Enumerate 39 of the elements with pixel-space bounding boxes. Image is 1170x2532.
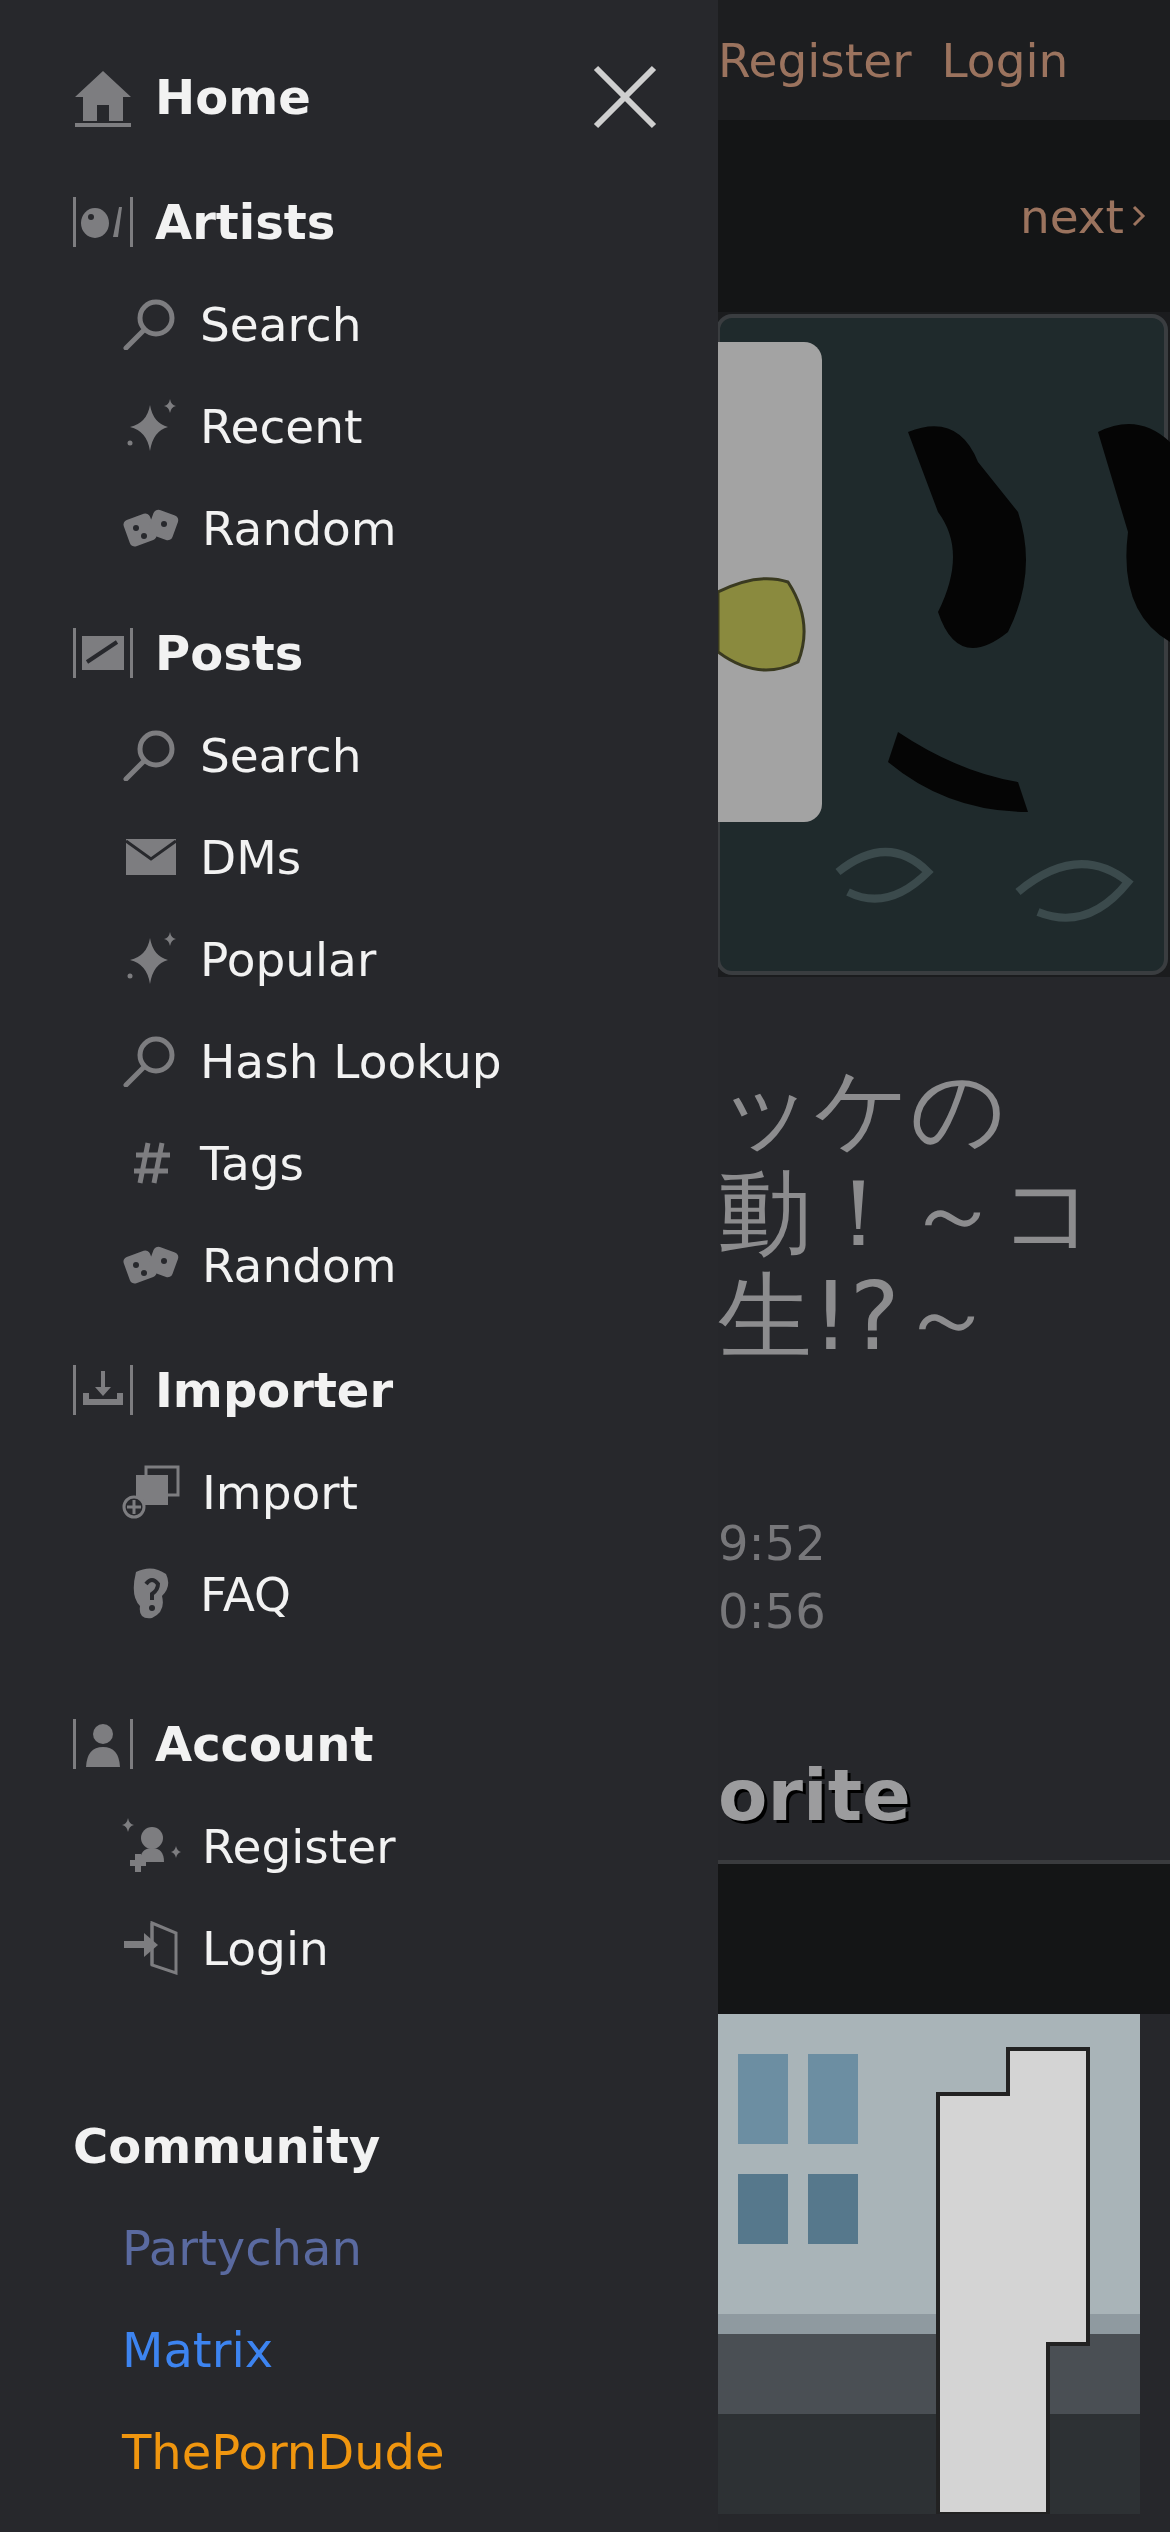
section-heading: orite [718, 1752, 912, 1839]
user-icon [73, 1719, 133, 1769]
community-link[interactable]: ThePornDude [122, 2401, 445, 2503]
menu-heading-link[interactable]: Account [155, 1716, 374, 1772]
header-link[interactable]: Register [718, 32, 912, 88]
menu-heading-link[interactable]: Artists [155, 194, 336, 250]
menu-link[interactable]: FAQ [200, 1566, 292, 1622]
menu-link[interactable]: Import [202, 1464, 358, 1520]
close-button[interactable] [592, 64, 658, 130]
add-user-icon [122, 1818, 182, 1874]
download-tray-icon [73, 1365, 133, 1415]
menu-link[interactable]: Search [200, 727, 362, 783]
menu-heading-link[interactable]: Posts [155, 625, 304, 681]
chevron-icon [1132, 203, 1146, 229]
menu-link[interactable]: Random [202, 1237, 397, 1293]
menu-link[interactable]: Hash Lookup [200, 1033, 502, 1089]
picture-frame-icon [73, 628, 133, 678]
add-window-icon [122, 1465, 182, 1519]
menu-link[interactable]: Random [202, 500, 397, 556]
post-title-line: ッケの [718, 1057, 1007, 1161]
timestamp: 9:52 [718, 1514, 827, 1573]
header-link[interactable]: Login [941, 32, 1069, 88]
next-link[interactable]: next [1019, 188, 1146, 244]
menu-link[interactable]: Register [202, 1818, 396, 1874]
close-icon [592, 64, 658, 130]
menu-heading-link[interactable]: Home [155, 69, 311, 125]
palette-icon [73, 197, 133, 247]
menu-link[interactable]: Popular [200, 931, 377, 987]
menu-link[interactable]: Login [202, 1920, 329, 1976]
menu-link[interactable]: DMs [200, 829, 302, 885]
community-heading: Community [73, 2117, 382, 2176]
menu-link[interactable]: Tags [200, 1135, 305, 1191]
post-title-line: 生!?～ [718, 1265, 995, 1369]
post-title-line: 動！～コ [718, 1161, 1097, 1265]
menu-link[interactable]: Recent [200, 398, 363, 454]
menu-heading-link[interactable]: Importer [155, 1362, 394, 1418]
community-link[interactable]: Matrix [122, 2299, 274, 2401]
timestamp: 0:56 [718, 1582, 827, 1641]
menu-link[interactable]: Search [200, 296, 362, 352]
